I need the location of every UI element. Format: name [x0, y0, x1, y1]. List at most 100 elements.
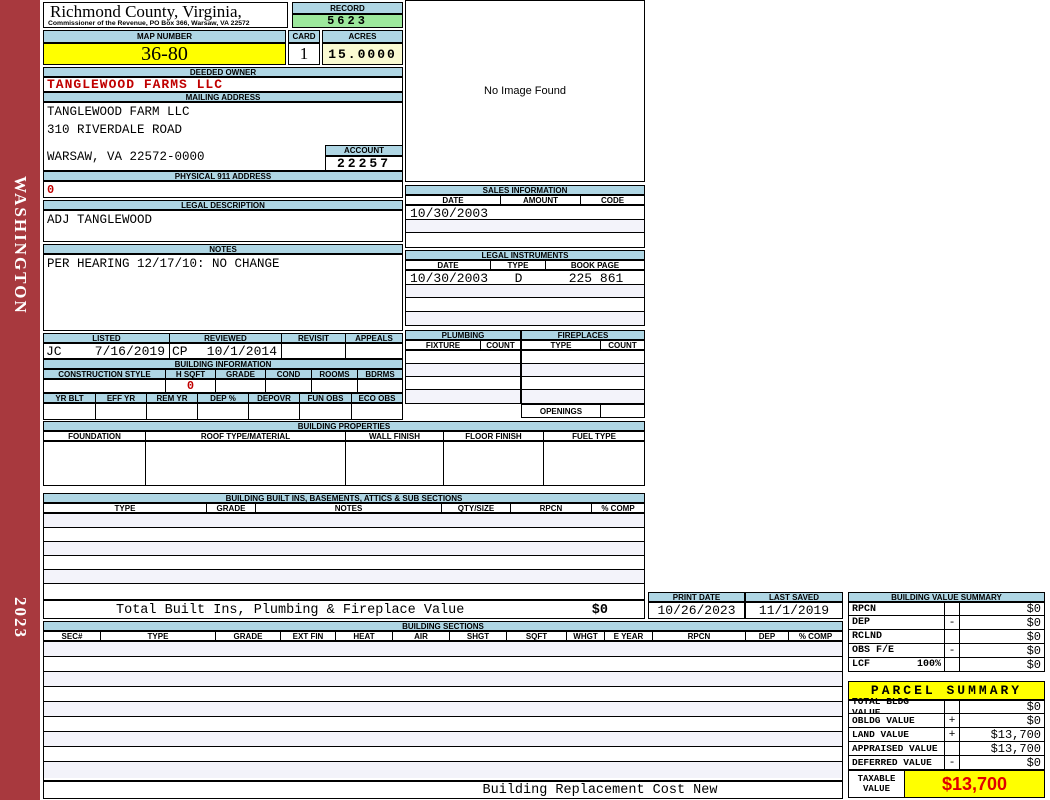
- last-saved-value: 11/1/2019: [745, 602, 843, 619]
- h-sqft-number: 0: [186, 379, 195, 393]
- built-ins-row: [44, 528, 644, 542]
- physical-address-label: PHYSICAL 911 ADDRESS: [43, 171, 403, 181]
- openings-row: OPENINGS: [521, 404, 645, 418]
- bvs-dep-value: $0: [959, 616, 1044, 630]
- taxable-value-amount: $13,700: [941, 773, 1008, 794]
- legal-description-value: ADJ TANGLEWOOD: [47, 213, 153, 227]
- plumbing-row: [406, 390, 520, 403]
- construction-style-value: [43, 379, 165, 393]
- eff-yr-value: [95, 403, 146, 420]
- bs-comp-label: % COMP: [788, 631, 843, 641]
- li-row-1-date: 10/30/2003: [410, 271, 489, 286]
- rem-yr-value: [146, 403, 197, 420]
- bvs-obs-label: OBS F/E: [852, 645, 895, 656]
- building-properties-title: BUILDING PROPERTIES: [43, 421, 645, 431]
- rooms-label: ROOMS: [311, 369, 357, 379]
- listed-label: LISTED: [43, 333, 169, 343]
- plumbing-row: [406, 377, 520, 390]
- fireplaces-count-label: COUNT: [600, 340, 645, 350]
- taxable-value-label-cell: TAXABLE VALUE: [848, 770, 905, 798]
- plumbing-header-row: FIXTURE COUNT: [405, 340, 521, 350]
- li-row-3: [406, 298, 644, 312]
- tax-year: 2023: [11, 596, 30, 639]
- building-info-value-row-2: [43, 403, 403, 420]
- building-info-header-row-1: CONSTRUCTION STYLE H SQFT GRADE COND ROO…: [43, 369, 403, 379]
- map-number-value: 36-80: [43, 43, 286, 65]
- openings-value-cell: [600, 404, 645, 418]
- building-sections-row: [44, 672, 842, 687]
- bvs-obs-value: $0: [959, 644, 1044, 658]
- built-ins-title: BUILDING BUILT INS, BASEMENTS, ATTICS & …: [43, 493, 645, 503]
- mailing-line-2: 310 RIVERDALE ROAD: [47, 123, 183, 137]
- eco-obs-value: [351, 403, 403, 420]
- bi-type-label: TYPE: [43, 503, 206, 513]
- commissioner-line: Commissioner of the Revenue, PO Box 366,…: [48, 20, 250, 27]
- print-date-label: PRINT DATE: [648, 592, 745, 602]
- appeals-label: APPEALS: [345, 333, 403, 343]
- bs-eyear-label: E YEAR: [604, 631, 652, 641]
- building-info-value-row-1: 0: [43, 379, 403, 393]
- record-label: RECORD: [292, 2, 403, 14]
- bvs-lcf-pct: 100%: [916, 659, 941, 670]
- wall-finish-value: [345, 441, 443, 486]
- building-sections-header-row: SEC# TYPE GRADE EXT FIN HEAT AIR SHGT SQ…: [43, 631, 843, 641]
- legal-description-box: ADJ TANGLEWOOD: [43, 210, 403, 242]
- bs-heat-label: HEAT: [335, 631, 392, 641]
- building-replacement-row: Building Replacement Cost New: [43, 781, 843, 799]
- ps-obldg-label: OBLDG VALUE: [852, 715, 915, 726]
- ps-land-op: +: [948, 728, 956, 741]
- physical-address-value: 0: [43, 181, 403, 198]
- built-ins-row: [44, 556, 644, 570]
- depovr-label: DEPOVR: [248, 393, 299, 403]
- ps-deferred-op: -: [948, 756, 956, 769]
- li-row-4: [406, 312, 644, 325]
- plumbing-rows: [405, 350, 521, 404]
- foundation-value: [43, 441, 145, 486]
- review-header-row: LISTED REVIEWED REVISIT APPEALS: [43, 333, 403, 343]
- bvs-lcf-label: LCF: [852, 659, 871, 670]
- legal-instruments-title: LEGAL INSTRUMENTS: [405, 250, 645, 260]
- li-row-1-bookpage: 225 861: [568, 271, 624, 286]
- rem-yr-label: REM YR: [146, 393, 197, 403]
- sales-row-1: 10/30/2003: [406, 206, 644, 221]
- li-row-2: [406, 285, 644, 298]
- bvs-rpcn-value: $0: [959, 602, 1044, 616]
- ps-row-deferred: DEFERRED VALUE - $0: [848, 756, 1045, 770]
- fireplaces-row: [522, 364, 644, 377]
- sales-row-1-date: 10/30/2003: [410, 206, 489, 221]
- legal-description-label: LEGAL DESCRIPTION: [43, 200, 403, 210]
- parcel-summary-rows: TOTAL BLDG VALUE $0 OBLDG VALUE + $0 LAND…: [848, 696, 1045, 770]
- building-sections-row: [44, 702, 842, 717]
- roof-type-label: ROOF TYPE/MATERIAL: [145, 431, 345, 441]
- mailing-line-1: TANGLEWOOD FARM LLC: [47, 105, 190, 119]
- ps-appraised-label: APPRAISED VALUE: [852, 743, 938, 754]
- building-sections-row: [44, 717, 842, 732]
- bi-rpcn-label: RPCN: [510, 503, 591, 513]
- sales-code-label: CODE: [580, 195, 645, 205]
- fun-obs-value: [299, 403, 351, 420]
- county-name: Richmond County, Virginia,: [50, 2, 242, 21]
- dep-pct-value: [197, 403, 248, 420]
- sales-date-label: DATE: [405, 195, 500, 205]
- built-ins-row: [44, 570, 644, 584]
- listed-date: 7/16/2019: [94, 343, 165, 359]
- building-sections-rows: [43, 641, 843, 781]
- h-sqft-value: 0: [165, 379, 215, 393]
- account-label: ACCOUNT: [325, 145, 403, 156]
- li-type-label: TYPE: [490, 260, 545, 270]
- building-sections-row: [44, 732, 842, 747]
- ps-appraised-value: $13,700: [959, 742, 1044, 756]
- plumbing-title: PLUMBING: [405, 330, 521, 340]
- bs-rpcn-label: RPCN: [652, 631, 745, 641]
- bs-whgt-label: WHGT: [566, 631, 604, 641]
- depovr-value: [248, 403, 299, 420]
- bi-grade-label: GRADE: [206, 503, 255, 513]
- built-ins-row: [44, 514, 644, 528]
- legal-instruments-header-row: DATE TYPE BOOK PAGE: [405, 260, 645, 270]
- bs-air-label: AIR: [392, 631, 449, 641]
- bvs-lcf-op: [945, 658, 959, 671]
- district-name-vertical: WASHINGTON: [0, 135, 40, 355]
- reviewed-date: 10/1/2014: [206, 343, 277, 359]
- sales-amount-label: AMOUNT: [500, 195, 580, 205]
- taxable-value-row: TAXABLE VALUE $13,700: [848, 770, 1045, 798]
